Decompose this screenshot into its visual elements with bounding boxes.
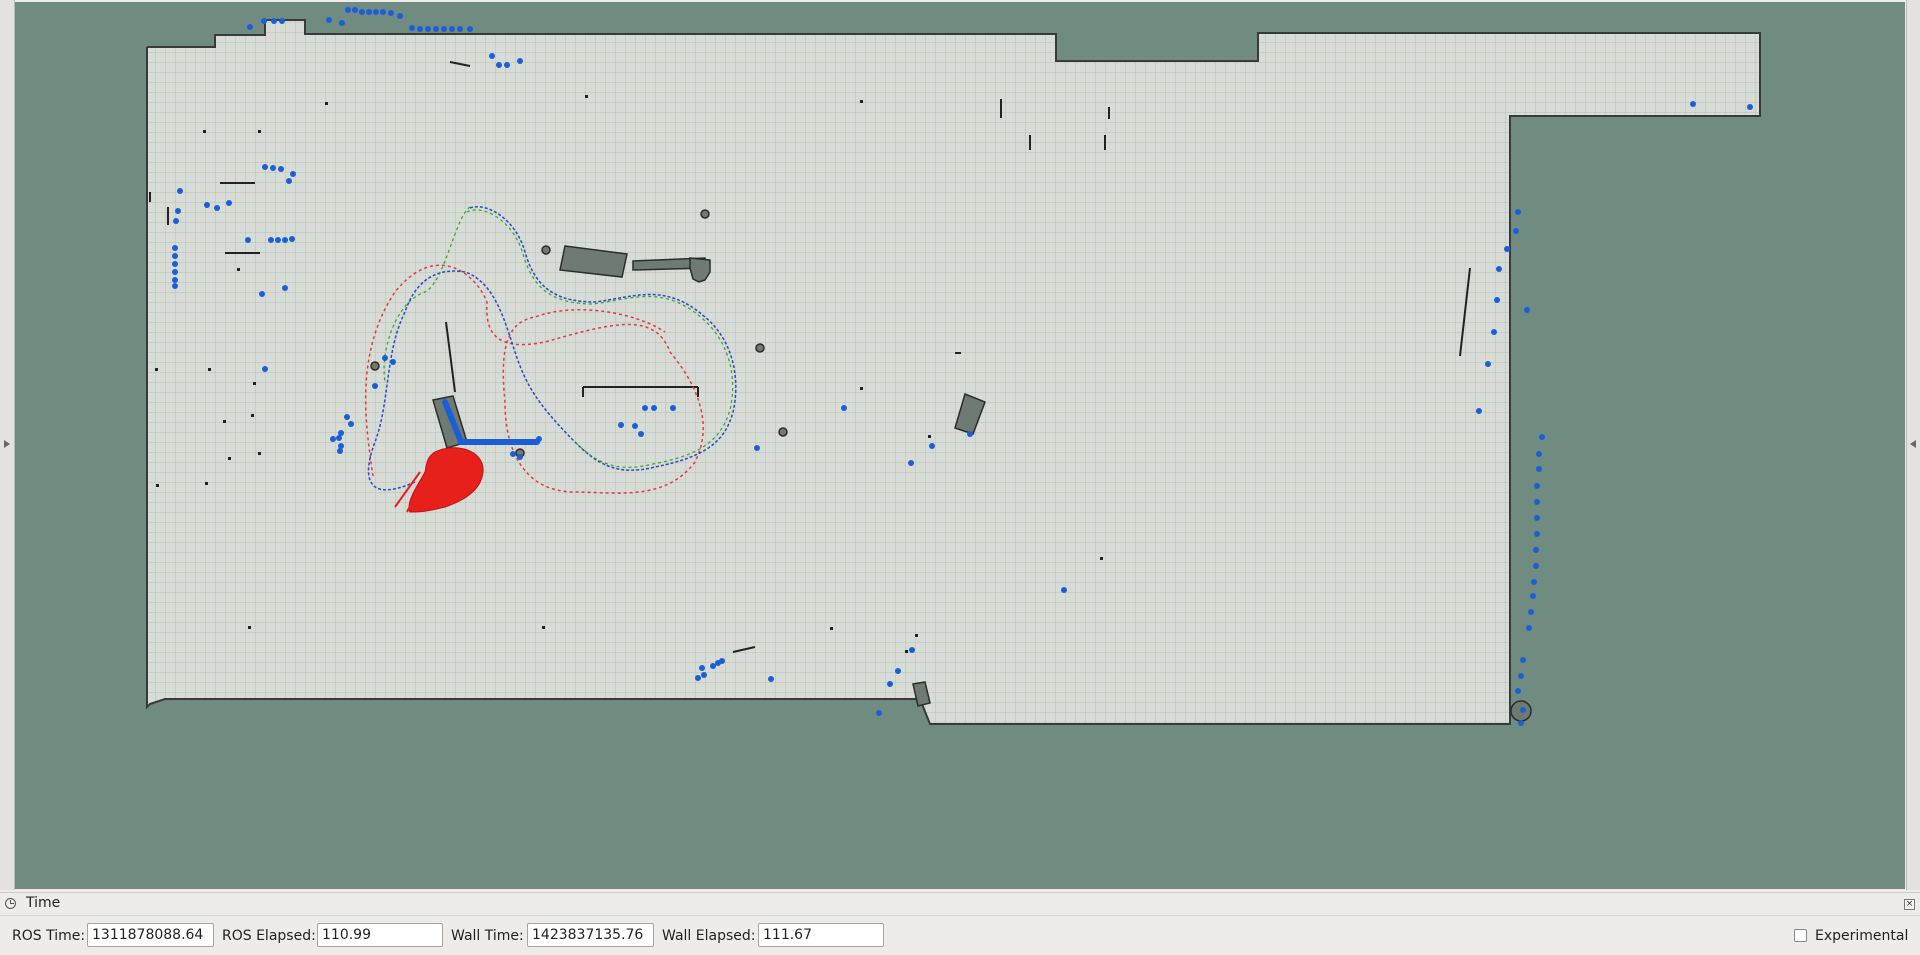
render-viewport[interactable]: [15, 2, 1905, 889]
time-panel-title: Time: [26, 895, 61, 911]
wall-time-label: Wall Time:: [451, 928, 524, 944]
ros-elapsed-field[interactable]: [317, 923, 443, 947]
ros-time-label: ROS Time:: [12, 928, 86, 944]
experimental-label: Experimental: [1815, 928, 1909, 944]
right-panel-collapse-handle[interactable]: [1906, 0, 1920, 890]
wall-time-field[interactable]: [527, 923, 654, 947]
wall-elapsed-field[interactable]: [758, 923, 884, 947]
expand-left-arrow-icon: [4, 440, 10, 448]
ros-elapsed-label: ROS Elapsed:: [222, 928, 316, 944]
left-panel-collapse-handle[interactable]: [0, 0, 15, 890]
experimental-checkbox[interactable]: [1794, 929, 1807, 942]
time-panel-header: Time ×: [0, 893, 1920, 916]
expand-right-arrow-icon: [1910, 440, 1916, 448]
close-panel-icon[interactable]: ×: [1904, 899, 1915, 910]
time-panel: Time × ROS Time: ROS Elapsed: Wall Time:…: [0, 892, 1920, 955]
wall-elapsed-label: Wall Elapsed:: [662, 928, 756, 944]
ros-time-field[interactable]: [87, 923, 214, 947]
occupancy-map: [146, 7, 1761, 726]
clock-icon: [5, 898, 16, 909]
